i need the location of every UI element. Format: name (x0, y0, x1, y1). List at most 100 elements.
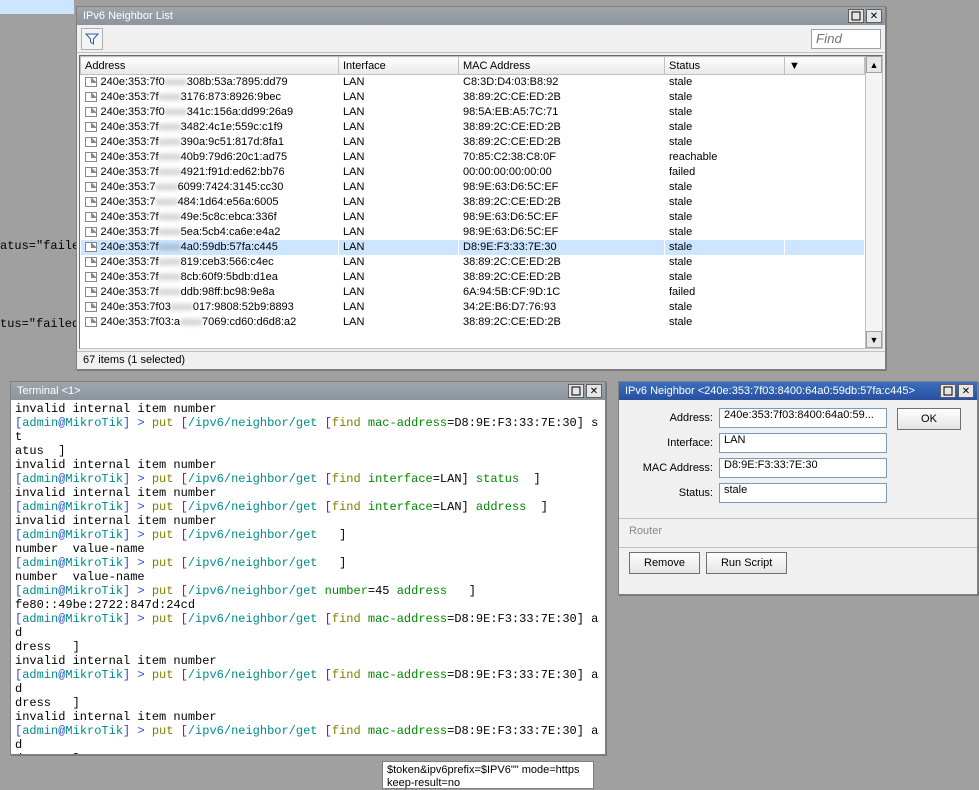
detail-form: Address:240e:353:7f03:8400:64a0:59... In… (619, 400, 977, 514)
grid-scroll-area[interactable]: Address Interface MAC Address Status ▼ 2… (80, 56, 865, 348)
cell-mac: 98:9E:63:D6:5C:EF (459, 225, 665, 240)
cell-mac: 98:9E:63:D6:5C:EF (459, 180, 665, 195)
table-row[interactable]: 240e:353:7f03:axxxx7069:cd60:d6d8:a2LAN3… (81, 315, 865, 330)
cell-status: stale (665, 255, 785, 270)
field-mac[interactable]: D8:9E:F3:33:7E:30 (719, 458, 887, 478)
bg-snippet-box: $token&ipv6prefix=$IPV6"" mode=https kee… (382, 761, 594, 789)
bg-text-2: tus="failed (0, 317, 79, 331)
file-icon (85, 122, 97, 132)
cell-address: 240e:353:7fxxxxddb:98ff:bc98:9e8a (81, 285, 339, 300)
file-icon (85, 272, 97, 282)
label-address: Address: (629, 412, 719, 424)
cell-status: stale (665, 210, 785, 225)
scroll-track[interactable] (866, 73, 882, 331)
table-row[interactable]: 240e:353:7f03xxxx017:9808:52b9:8893LAN34… (81, 300, 865, 315)
cell-status: stale (665, 270, 785, 285)
file-icon (85, 182, 97, 192)
cell-interface: LAN (339, 270, 459, 285)
remove-button[interactable]: Remove (629, 552, 700, 574)
table-row[interactable]: 240e:353:7fxxxx4a0:59db:57fa:c445LAND8:9… (81, 240, 865, 255)
table-row[interactable]: 240e:353:7f0xxxx341c:156a:dd99:26a9LAN98… (81, 105, 865, 120)
find-input[interactable] (811, 29, 881, 49)
close-button[interactable]: ✕ (586, 384, 602, 398)
cell-status: stale (665, 75, 785, 90)
table-row[interactable]: 240e:353:7fxxxx8cb:60f9:5bdb:d1eaLAN38:8… (81, 270, 865, 285)
col-mac[interactable]: MAC Address (459, 57, 665, 75)
terminal-body[interactable]: invalid internal item number[admin@Mikro… (11, 400, 605, 754)
router-label: Router (619, 523, 977, 543)
field-interface[interactable]: LAN (719, 433, 887, 453)
window-neighbor-list: IPv6 Neighbor List ✕ Address Interface M… (76, 6, 886, 370)
scroll-up-button[interactable]: ▲ (866, 56, 882, 73)
cell-interface: LAN (339, 165, 459, 180)
cell-interface: LAN (339, 240, 459, 255)
file-icon (85, 167, 97, 177)
vertical-scrollbar[interactable]: ▲ ▼ (865, 56, 882, 348)
table-row[interactable]: 240e:353:7xxxx6099:7424:3145:cc30LAN98:9… (81, 180, 865, 195)
cell-status: stale (665, 120, 785, 135)
cell-interface: LAN (339, 90, 459, 105)
minimize-button[interactable] (848, 9, 864, 23)
funnel-icon (85, 32, 99, 46)
cell-status: stale (665, 300, 785, 315)
cell-interface: LAN (339, 225, 459, 240)
minimize-button[interactable] (568, 384, 584, 398)
cell-interface: LAN (339, 195, 459, 210)
field-status[interactable]: stale (719, 483, 887, 503)
table-row[interactable]: 240e:353:7fxxxx40b9:79d6:20c1:ad75LAN70:… (81, 150, 865, 165)
neighbor-table: Address Interface MAC Address Status ▼ 2… (80, 56, 865, 330)
cell-status: stale (665, 105, 785, 120)
cell-status: failed (665, 165, 785, 180)
cell-status: failed (665, 285, 785, 300)
titlebar-terminal[interactable]: Terminal <1> ✕ (11, 382, 605, 400)
window-terminal: Terminal <1> ✕ invalid internal item num… (10, 381, 606, 755)
filter-button[interactable] (81, 28, 103, 50)
col-status[interactable]: Status (665, 57, 785, 75)
table-row[interactable]: 240e:353:7fxxxx4921:f91d:ed62:bb76LAN00:… (81, 165, 865, 180)
titlebar-detail[interactable]: IPv6 Neighbor <240e:353:7f03:8400:64a0:5… (619, 382, 977, 400)
cell-interface: LAN (339, 105, 459, 120)
table-row[interactable]: 240e:353:7fxxxx5ea:5cb4:ca6e:e4a2LAN98:9… (81, 225, 865, 240)
cell-address: 240e:353:7fxxxx390a:9c51:817d:8fa1 (81, 135, 339, 150)
table-row[interactable]: 240e:353:7fxxxxddb:98ff:bc98:9e8aLAN6A:9… (81, 285, 865, 300)
file-icon (85, 92, 97, 102)
table-row[interactable]: 240e:353:7fxxxx819:ceb3:566:c4ecLAN38:89… (81, 255, 865, 270)
col-address[interactable]: Address (81, 57, 339, 75)
close-button[interactable]: ✕ (958, 384, 974, 398)
table-row[interactable]: 240e:353:7xxxx484:1d64:e56a:6005LAN38:89… (81, 195, 865, 210)
button-row: Remove Run Script (619, 552, 977, 582)
grid: Address Interface MAC Address Status ▼ 2… (79, 55, 883, 349)
cell-address: 240e:353:7fxxxx40b9:79d6:20c1:ad75 (81, 150, 339, 165)
table-row[interactable]: 240e:353:7fxxxx3482:4c1e:559c:c1f9LAN38:… (81, 120, 865, 135)
close-button[interactable]: ✕ (866, 9, 882, 23)
file-icon (85, 212, 97, 222)
minimize-button[interactable] (940, 384, 956, 398)
label-interface: Interface: (629, 437, 719, 449)
cell-mac: 6A:94:5B:CF:9D:1C (459, 285, 665, 300)
cell-mac: D8:9E:F3:33:7E:30 (459, 240, 665, 255)
cell-interface: LAN (339, 255, 459, 270)
table-row[interactable]: 240e:353:7fxxxx49e:5c8c:ebca:336fLAN98:9… (81, 210, 865, 225)
cell-address: 240e:353:7fxxxx819:ceb3:566:c4ec (81, 255, 339, 270)
field-address[interactable]: 240e:353:7f03:8400:64a0:59... (719, 408, 887, 428)
cell-interface: LAN (339, 75, 459, 90)
cell-status: stale (665, 315, 785, 330)
table-row[interactable]: 240e:353:7f0xxxx308b:53a:7895:dd79LANC8:… (81, 75, 865, 90)
col-interface[interactable]: Interface (339, 57, 459, 75)
ok-button[interactable]: OK (897, 408, 961, 430)
cell-address: 240e:353:7f03:axxxx7069:cd60:d6d8:a2 (81, 315, 339, 330)
table-row[interactable]: 240e:353:7fxxxx3176:873:8926:9becLAN38:8… (81, 90, 865, 105)
titlebar-list[interactable]: IPv6 Neighbor List ✕ (77, 7, 885, 25)
scroll-down-button[interactable]: ▼ (866, 331, 882, 348)
cell-status: stale (665, 240, 785, 255)
cell-interface: LAN (339, 315, 459, 330)
cell-status: stale (665, 135, 785, 150)
cell-mac: 38:89:2C:CE:ED:2B (459, 255, 665, 270)
run-script-button[interactable]: Run Script (706, 552, 787, 574)
cell-address: 240e:353:7xxxx484:1d64:e56a:6005 (81, 195, 339, 210)
table-row[interactable]: 240e:353:7fxxxx390a:9c51:817d:8fa1LAN38:… (81, 135, 865, 150)
cell-address: 240e:353:7fxxxx5ea:5cb4:ca6e:e4a2 (81, 225, 339, 240)
file-icon (85, 137, 97, 147)
col-spacer[interactable]: ▼ (785, 57, 865, 75)
file-icon (85, 317, 97, 327)
